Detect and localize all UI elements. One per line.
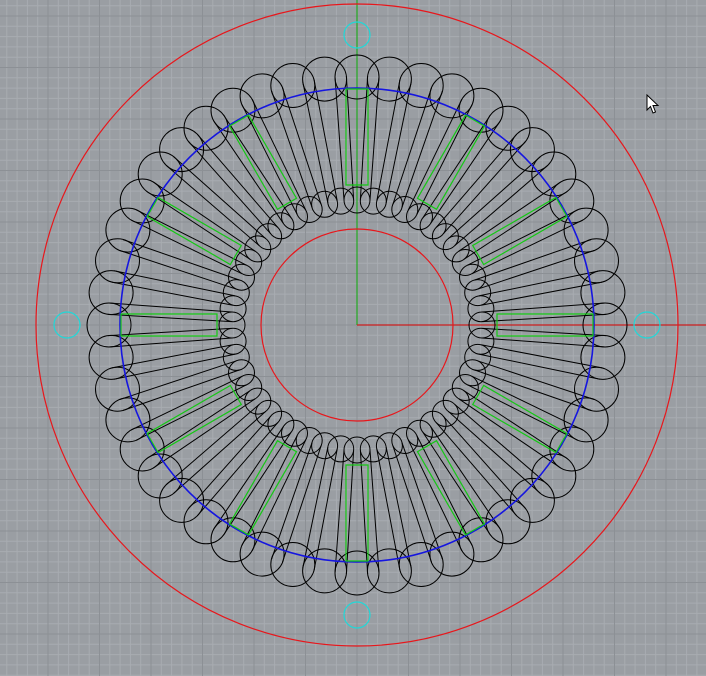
slot-inner-end	[431, 399, 459, 427]
slot-sides	[376, 79, 443, 208]
grid-major-lines	[0, 0, 706, 676]
arrow-pointer-icon	[646, 94, 660, 114]
slot-inner-end	[244, 235, 272, 263]
slot-outer-end	[574, 238, 619, 284]
slot-inner-end	[255, 399, 283, 427]
slot-sides	[111, 239, 240, 306]
slot-outer-end	[563, 207, 609, 253]
slot-outer-end	[270, 63, 316, 108]
cad-viewport[interactable]	[0, 0, 706, 676]
slot-inner-end	[442, 235, 470, 263]
drawing-canvas[interactable]	[0, 0, 706, 676]
slot-sides	[474, 344, 603, 411]
slot-outer-end	[105, 397, 151, 443]
slot-outer-end	[302, 548, 348, 594]
slot-sides	[271, 442, 338, 571]
slot-inner-end	[267, 410, 295, 438]
slot-outer-end	[429, 73, 475, 119]
slot-inner-end	[255, 223, 283, 251]
slot-outer-end	[270, 542, 316, 587]
slot-outer-end	[366, 56, 412, 102]
slot-sides	[111, 344, 240, 411]
slot-inner-end	[419, 212, 447, 240]
slot-outer-end	[302, 56, 348, 102]
slot-outer-end	[398, 542, 444, 587]
slot-outer-end	[95, 238, 140, 284]
slot-inner-end	[442, 387, 470, 415]
slot-inner-end	[419, 410, 447, 438]
slot-outer-end	[88, 270, 134, 316]
slot-outer-end	[95, 366, 140, 412]
slot-sides	[376, 442, 443, 571]
slot-outer-end	[580, 334, 626, 380]
slot-outer-end	[563, 397, 609, 443]
slot-outer-end	[574, 366, 619, 412]
world-axes	[356, 0, 706, 326]
slot-outer-end	[239, 73, 285, 119]
slot-outer-end	[239, 531, 285, 577]
slot-inner-end	[244, 387, 272, 415]
slot-sides	[271, 79, 338, 208]
slot-inner-end	[431, 223, 459, 251]
slot-outer-end	[105, 207, 151, 253]
slot-inner-end	[267, 212, 295, 240]
grid-minor-lines	[0, 0, 706, 676]
construction-grid	[0, 0, 706, 676]
slot-sides	[474, 239, 603, 306]
slot-outer-end	[398, 63, 444, 108]
slot-outer-end	[429, 531, 475, 577]
